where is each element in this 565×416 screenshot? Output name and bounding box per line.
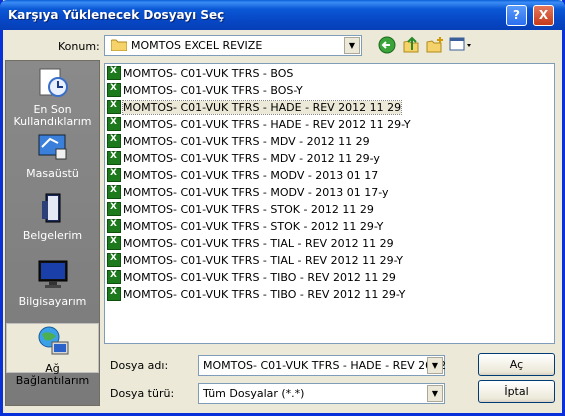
list-item[interactable]: MOMTOS- C01-VUK TFRS - TIAL - REV 2012 1… bbox=[107, 236, 394, 252]
place-desktop[interactable]: Masaüstü bbox=[6, 129, 99, 180]
excel-file-icon bbox=[107, 168, 121, 182]
place-documents[interactable]: Belgelerim bbox=[6, 191, 99, 242]
desktop-icon bbox=[38, 134, 66, 160]
excel-file-icon bbox=[107, 66, 121, 80]
excel-file-icon bbox=[107, 270, 121, 284]
list-item[interactable]: MOMTOS- C01-VUK TFRS - MODV - 2013 01 17… bbox=[107, 185, 389, 201]
filename-label: Dosya adı: bbox=[110, 359, 169, 372]
documents-icon bbox=[41, 193, 60, 223]
chevron-down-icon[interactable]: ▼ bbox=[427, 357, 443, 374]
new-folder-icon[interactable] bbox=[425, 36, 445, 54]
place-label: Bilgisayarım bbox=[18, 295, 87, 308]
list-item[interactable]: MOMTOS- C01-VUK TFRS - TIBO - REV 2012 1… bbox=[107, 270, 396, 286]
places-bar: En Son Kullandıklarım Masaüstü Belgeleri… bbox=[5, 60, 100, 406]
excel-file-icon bbox=[107, 202, 121, 216]
computer-icon bbox=[38, 260, 67, 288]
place-recent[interactable]: En Son Kullandıklarım bbox=[6, 65, 99, 128]
excel-file-icon bbox=[107, 219, 121, 233]
excel-file-icon bbox=[107, 287, 121, 301]
list-item[interactable]: MOMTOS- C01-VUK TFRS - MDV - 2012 11 29 bbox=[107, 134, 370, 150]
location-combo[interactable]: MOMTOS EXCEL REVIZE ▼ bbox=[104, 35, 362, 56]
filename-input[interactable]: MOMTOS- C01-VUK TFRS - HADE - REV 2012 ▼ bbox=[198, 355, 446, 376]
recent-documents-icon bbox=[39, 68, 68, 97]
filetype-label: Dosya türü: bbox=[110, 387, 175, 400]
list-item[interactable]: MOMTOS- C01-VUK TFRS - STOK - 2012 11 29 bbox=[107, 202, 374, 218]
folder-icon bbox=[110, 39, 128, 52]
list-item[interactable]: MOMTOS- C01-VUK TFRS - STOK - 2012 11 29… bbox=[107, 219, 383, 235]
place-network[interactable]: Ağ Bağlantılarım bbox=[6, 323, 99, 387]
excel-file-icon bbox=[107, 185, 121, 199]
list-item[interactable]: MOMTOS- C01-VUK TFRS - TIBO - REV 2012 1… bbox=[107, 287, 405, 303]
help-button[interactable]: ? bbox=[506, 5, 527, 26]
network-icon bbox=[38, 326, 68, 355]
excel-file-icon bbox=[107, 151, 121, 165]
place-label: Belgelerim bbox=[22, 229, 83, 242]
excel-file-icon bbox=[107, 100, 121, 114]
excel-file-icon bbox=[107, 83, 121, 97]
place-computer[interactable]: Bilgisayarım bbox=[6, 257, 99, 308]
window-title: Karşıya Yüklenecek Dosyayı Seç bbox=[8, 8, 225, 22]
list-item[interactable]: MOMTOS- C01-VUK TFRS - TIAL - REV 2012 1… bbox=[107, 253, 403, 269]
file-list[interactable]: MOMTOS- C01-VUK TFRS - BOS MOMTOS- C01-V… bbox=[104, 63, 555, 344]
up-folder-icon[interactable] bbox=[401, 36, 421, 54]
excel-file-icon bbox=[107, 117, 121, 131]
list-item[interactable]: MOMTOS- C01-VUK TFRS - BOS bbox=[107, 66, 293, 82]
cancel-button[interactable]: İptal bbox=[478, 380, 555, 403]
view-menu-icon[interactable] bbox=[449, 36, 473, 54]
excel-file-icon bbox=[107, 134, 121, 148]
chevron-down-icon[interactable]: ▼ bbox=[427, 385, 443, 402]
list-item[interactable]: MOMTOS- C01-VUK TFRS - BOS-Y bbox=[107, 83, 303, 99]
excel-file-icon bbox=[107, 253, 121, 267]
location-value: MOMTOS EXCEL REVIZE bbox=[131, 39, 263, 52]
place-label: Ağ Bağlantılarım bbox=[15, 362, 90, 387]
place-label: En Son Kullandıklarım bbox=[13, 103, 92, 128]
list-item[interactable]: MOMTOS- C01-VUK TFRS - MODV - 2013 01 17 bbox=[107, 168, 378, 184]
list-item[interactable]: MOMTOS- C01-VUK TFRS - MDV - 2012 11 29-… bbox=[107, 151, 380, 167]
close-button[interactable]: X bbox=[533, 5, 554, 26]
chevron-down-icon[interactable]: ▼ bbox=[344, 37, 360, 54]
list-item[interactable]: MOMTOS- C01-VUK TFRS - HADE - REV 2012 1… bbox=[107, 117, 411, 133]
title-bar[interactable]: Karşıya Yüklenecek Dosyayı Seç ? X bbox=[0, 0, 565, 30]
excel-file-icon bbox=[107, 236, 121, 250]
list-item[interactable]: MOMTOS- C01-VUK TFRS - HADE - REV 2012 1… bbox=[107, 100, 403, 116]
open-button[interactable]: Aç bbox=[478, 353, 555, 376]
location-label: Konum: bbox=[58, 40, 100, 53]
back-icon[interactable] bbox=[377, 36, 397, 54]
place-label: Masaüstü bbox=[26, 167, 79, 180]
filetype-select[interactable]: Tüm Dosyalar (*.*) ▼ bbox=[198, 383, 445, 404]
